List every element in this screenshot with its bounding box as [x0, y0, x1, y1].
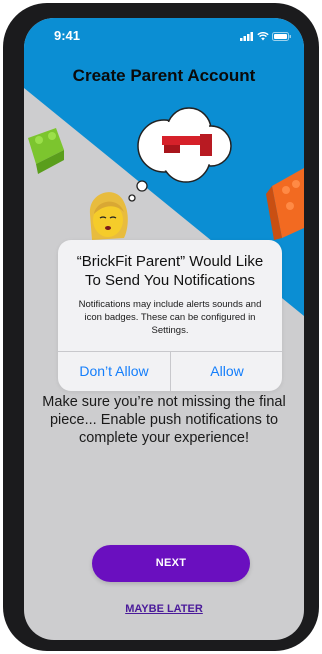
notification-permission-dialog: “BrickFit Parent” Would Like To Send You…: [58, 240, 282, 391]
green-brick-icon: [28, 128, 64, 174]
screen: 9:41 Create Parent Account “BrickFit Par…: [24, 18, 304, 640]
minifigure-icon: [89, 192, 128, 240]
orange-brick-icon: [266, 168, 304, 240]
dont-allow-button[interactable]: Don’t Allow: [58, 352, 170, 391]
phone-frame: 9:41 Create Parent Account “BrickFit Par…: [3, 3, 319, 651]
thought-cloud: [128, 107, 232, 202]
dialog-message: Notifications may include alerts sounds …: [78, 299, 262, 336]
allow-button[interactable]: Allow: [171, 352, 282, 391]
next-button[interactable]: NEXT: [92, 545, 250, 582]
enable-notifications-message: Make sure you’re not missing the final p…: [42, 394, 286, 446]
maybe-later-link[interactable]: MAYBE LATER: [24, 603, 304, 615]
dialog-title: “BrickFit Parent” Would Like To Send You…: [76, 253, 264, 289]
